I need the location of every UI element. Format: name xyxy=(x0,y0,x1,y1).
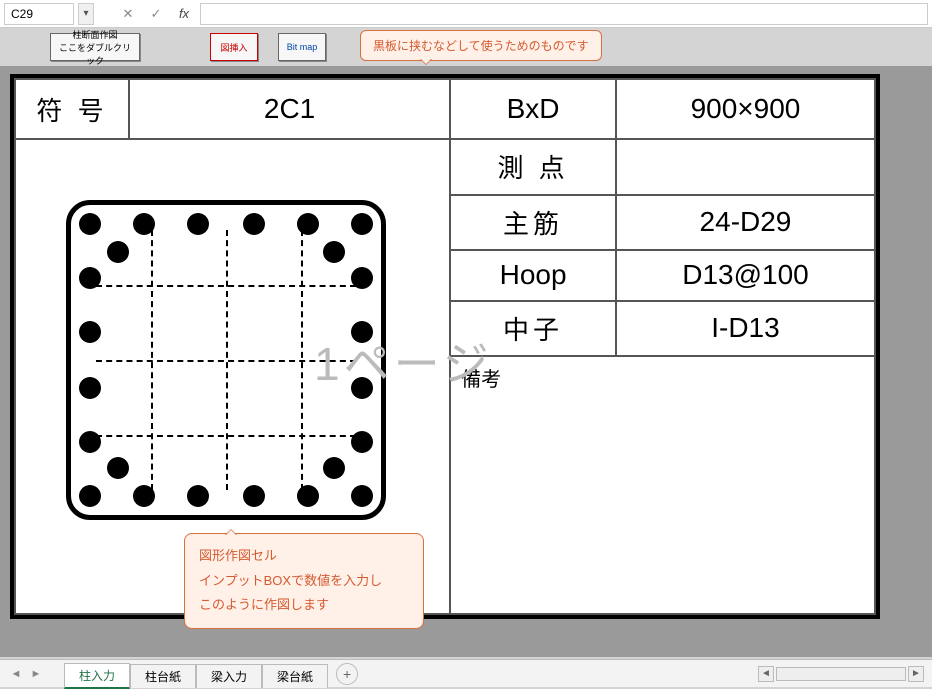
cell-shukin-value[interactable]: 24-D29 xyxy=(616,195,875,251)
print-page-box: 符 号 2C1 BxD 900×900 xyxy=(10,74,880,619)
bitmap-button[interactable]: Bit map xyxy=(278,33,326,61)
rebar-dot xyxy=(351,485,373,507)
new-sheet-button[interactable]: + xyxy=(336,663,358,685)
cell-sokuten-label[interactable]: 測 点 xyxy=(450,139,616,195)
cell-shukin-label[interactable]: 主筋 xyxy=(450,195,616,251)
rebar-dot xyxy=(187,213,209,235)
rebar-dot xyxy=(79,431,101,453)
tie-v xyxy=(301,230,303,490)
rebar-dot xyxy=(79,213,101,235)
rebar-dot xyxy=(243,485,265,507)
rebar-dot xyxy=(323,241,345,263)
formula-bar-input[interactable] xyxy=(200,3,928,25)
name-box-text: C29 xyxy=(11,7,33,21)
rebar-dot xyxy=(107,241,129,263)
rebar-dot xyxy=(79,485,101,507)
tie-v xyxy=(151,230,153,490)
rebar-dot xyxy=(351,377,373,399)
callout-diagram-note: 図形作図セル インプットBOXで数値を入力し このように作図します xyxy=(184,533,424,629)
sheet-tab-3[interactable]: 梁台紙 xyxy=(262,664,328,688)
tb-btn1-line1: 柱断面作図 xyxy=(72,28,117,41)
cross-section-diagram xyxy=(66,200,386,520)
tab-scroll-next[interactable]: ► xyxy=(28,666,44,682)
cell-hoop-label[interactable]: Hoop xyxy=(450,250,616,301)
callout-bottom-l3: このように作図します xyxy=(199,593,409,618)
name-box-dropdown[interactable]: ▾ xyxy=(78,3,94,25)
sheet-tab-2[interactable]: 梁入力 xyxy=(196,664,262,688)
rebar-dot xyxy=(351,431,373,453)
tb-btn3-label: Bit map xyxy=(287,42,318,52)
rebar-dot xyxy=(133,485,155,507)
insert-function-button[interactable]: fx xyxy=(172,3,196,25)
tb-btn1-line2: ここをダブルクリック xyxy=(57,41,133,67)
callout-bottom-l1: 図形作図セル xyxy=(199,544,409,569)
hscroll-left-button[interactable]: ◄ xyxy=(758,666,774,682)
name-box[interactable]: C29 xyxy=(4,3,74,25)
rebar-dot xyxy=(297,213,319,235)
tb-btn2-label: 図挿入 xyxy=(220,41,247,54)
callout-bottom-l2: インプットBOXで数値を入力し xyxy=(199,569,409,594)
hscroll-right-button[interactable]: ► xyxy=(908,666,924,682)
worksheet-area: 符 号 2C1 BxD 900×900 xyxy=(0,66,932,657)
rebar-dot xyxy=(297,485,319,507)
callout-blackboard-note: 黒板に挟むなどして使うためのものです xyxy=(360,30,602,61)
formula-bar-row: C29 ▾ ✕ ✓ fx xyxy=(0,0,932,28)
rebar-dot xyxy=(351,213,373,235)
cell-nakago-label[interactable]: 中子 xyxy=(450,301,616,357)
hscroll-track[interactable] xyxy=(776,667,906,681)
horizontal-scroll: ◄ ► xyxy=(358,666,924,682)
rebar-dot xyxy=(243,213,265,235)
column-data-table: 符 号 2C1 BxD 900×900 xyxy=(14,78,876,615)
fx-icon: fx xyxy=(179,6,189,21)
sheet-tab-bar: ◄ ► 柱入力 柱台紙 梁入力 梁台紙 + ◄ ► xyxy=(0,659,932,687)
cell-nakago-value[interactable]: I-D13 xyxy=(616,301,875,357)
rebar-dot xyxy=(79,377,101,399)
rebar-dot xyxy=(133,213,155,235)
rebar-dot xyxy=(351,267,373,289)
tab-scroll-controls: ◄ ► xyxy=(8,666,44,682)
rebar-dot xyxy=(79,321,101,343)
cell-bxd-label[interactable]: BxD xyxy=(450,79,616,139)
draw-cross-section-button[interactable]: 柱断面作図 ここをダブルクリック xyxy=(50,33,140,61)
cell-hoop-value[interactable]: D13@100 xyxy=(616,250,875,301)
cell-fugou-value[interactable]: 2C1 xyxy=(129,79,450,139)
cell-fugou-label[interactable]: 符 号 xyxy=(15,79,129,139)
cell-bxd-value[interactable]: 900×900 xyxy=(616,79,875,139)
sheet-tab-1[interactable]: 柱台紙 xyxy=(130,664,196,688)
sheet-tab-0[interactable]: 柱入力 xyxy=(64,663,130,689)
rebar-dot xyxy=(107,457,129,479)
cell-notes[interactable]: 備考 xyxy=(450,356,875,614)
rebar-dot xyxy=(323,457,345,479)
callout-top-text: 黒板に挟むなどして使うためのものです xyxy=(373,39,589,53)
cell-sokuten-value[interactable] xyxy=(616,139,875,195)
rebar-dot xyxy=(79,267,101,289)
insert-figure-button[interactable]: 図挿入 xyxy=(210,33,258,61)
formula-cancel-button[interactable]: ✕ xyxy=(116,3,140,25)
rebar-dot xyxy=(187,485,209,507)
tie-v xyxy=(226,230,228,490)
rebar-dot xyxy=(351,321,373,343)
formula-confirm-button[interactable]: ✓ xyxy=(144,3,168,25)
tab-scroll-prev[interactable]: ◄ xyxy=(8,666,24,682)
